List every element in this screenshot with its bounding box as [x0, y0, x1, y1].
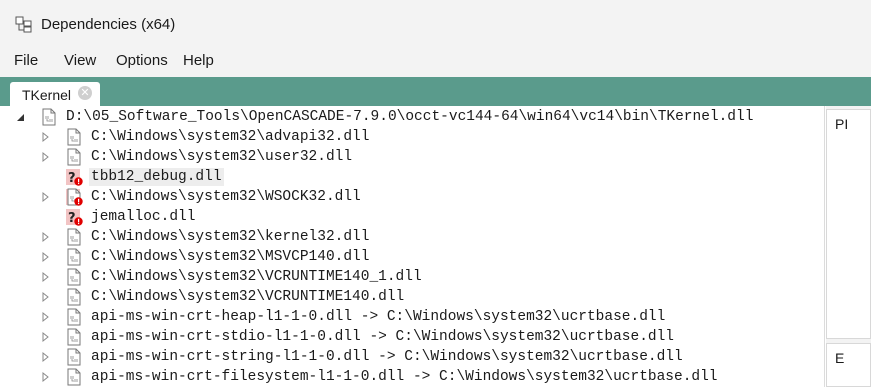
module-path: api-ms-win-crt-string-l1-1-0.dll -> C:\W… [91, 349, 683, 365]
tree-row[interactable]: C:\Windows\system32\VCRUNTIME140.dll [0, 287, 824, 307]
collapsed-chevron-icon[interactable] [41, 151, 51, 163]
module-icon [67, 248, 81, 266]
exports-panel[interactable]: E [826, 343, 871, 387]
tree-row[interactable]: C:\Windows\system32\VCRUNTIME140_1.dll [0, 267, 824, 287]
module-path: C:\Windows\system32\WSOCK32.dll [91, 189, 361, 205]
expanded-chevron-icon[interactable] [16, 111, 26, 123]
module-icon [67, 148, 81, 166]
menu-view[interactable]: View [64, 52, 96, 69]
tree-row[interactable]: api-ms-win-crt-stdio-l1-1-0.dll -> C:\Wi… [0, 327, 824, 347]
menu-file[interactable]: File [14, 52, 38, 69]
tab-label: TKernel [22, 87, 72, 103]
collapsed-chevron-icon[interactable] [41, 191, 51, 203]
collapsed-chevron-icon[interactable] [41, 231, 51, 243]
module-path: jemalloc.dll [91, 209, 196, 225]
window-title: Dependencies (x64) [41, 16, 176, 33]
tree-row[interactable]: C:\Windows\system32\user32.dll [0, 147, 824, 167]
module-path: C:\Windows\system32\user32.dll [91, 149, 353, 165]
tab-tkernel[interactable]: TKernel ✕ [10, 82, 100, 106]
module-path: C:\Windows\system32\MSVCP140.dll [91, 249, 370, 265]
tree-root-row[interactable]: D:\05_Software_Tools\OpenCASCADE-7.9.0\o… [0, 107, 824, 127]
module-tree[interactable]: D:\05_Software_Tools\OpenCASCADE-7.9.0\o… [0, 106, 824, 387]
tree-row[interactable]: C:\Windows\system32\WSOCK32.dll [0, 187, 824, 207]
menu-help[interactable]: Help [183, 52, 214, 69]
module-path: C:\Windows\system32\advapi32.dll [91, 129, 370, 145]
module-icon [42, 108, 56, 126]
imports-panel-label: PI [835, 116, 849, 132]
module-path: api-ms-win-crt-stdio-l1-1-0.dll -> C:\Wi… [91, 329, 674, 345]
exports-panel-label: E [835, 350, 845, 366]
collapsed-chevron-icon[interactable] [41, 331, 51, 343]
module-icon [67, 328, 81, 346]
title-bar: Dependencies (x64) [0, 0, 871, 44]
collapsed-chevron-icon[interactable] [41, 291, 51, 303]
module-path: api-ms-win-crt-filesystem-l1-1-0.dll -> … [91, 369, 718, 385]
svg-text:?: ? [68, 171, 76, 186]
collapsed-chevron-icon[interactable] [41, 251, 51, 263]
document-tab-strip: TKernel ✕ [0, 77, 871, 106]
collapsed-chevron-icon[interactable] [41, 131, 51, 143]
module-icon [67, 228, 81, 246]
module-icon [67, 308, 81, 326]
module-icon [67, 288, 81, 306]
module-icon [67, 268, 81, 286]
collapsed-chevron-icon[interactable] [41, 271, 51, 283]
module-path: C:\Windows\system32\VCRUNTIME140_1.dll [91, 269, 422, 285]
module-path: api-ms-win-crt-heap-l1-1-0.dll -> C:\Win… [91, 309, 666, 325]
module-icon [67, 128, 81, 146]
module-icon [67, 368, 81, 386]
tree-row[interactable]: C:\Windows\system32\MSVCP140.dll [0, 247, 824, 267]
svg-text:?: ? [68, 211, 76, 226]
splitter[interactable] [824, 106, 825, 387]
dependencies-app-icon [15, 16, 32, 33]
tree-row[interactable]: api-ms-win-crt-filesystem-l1-1-0.dll -> … [0, 367, 824, 387]
module-path: C:\Windows\system32\VCRUNTIME140.dll [91, 289, 405, 305]
module-error-icon [66, 188, 83, 206]
tree-row[interactable]: ? jemalloc.dll [0, 207, 824, 227]
menu-options[interactable]: Options [116, 52, 168, 69]
module-path: C:\Windows\system32\kernel32.dll [91, 229, 370, 245]
module-path: tbb12_debug.dll [89, 168, 224, 186]
collapsed-chevron-icon[interactable] [41, 351, 51, 363]
tree-row[interactable]: api-ms-win-crt-heap-l1-1-0.dll -> C:\Win… [0, 307, 824, 327]
tree-row[interactable]: C:\Windows\system32\advapi32.dll [0, 127, 824, 147]
tree-row[interactable]: ? tbb12_debug.dll [0, 167, 824, 187]
tree-row[interactable]: C:\Windows\system32\kernel32.dll [0, 227, 824, 247]
menu-bar: File View Options Help [0, 44, 871, 77]
module-icon [67, 348, 81, 366]
module-path: D:\05_Software_Tools\OpenCASCADE-7.9.0\o… [66, 109, 754, 125]
collapsed-chevron-icon[interactable] [41, 371, 51, 383]
tree-row[interactable]: api-ms-win-crt-string-l1-1-0.dll -> C:\W… [0, 347, 824, 367]
collapsed-chevron-icon[interactable] [41, 311, 51, 323]
close-icon[interactable]: ✕ [78, 86, 92, 100]
missing-module-icon: ? [66, 209, 83, 226]
imports-panel[interactable]: PI [826, 109, 871, 339]
missing-module-icon: ? [66, 169, 83, 186]
